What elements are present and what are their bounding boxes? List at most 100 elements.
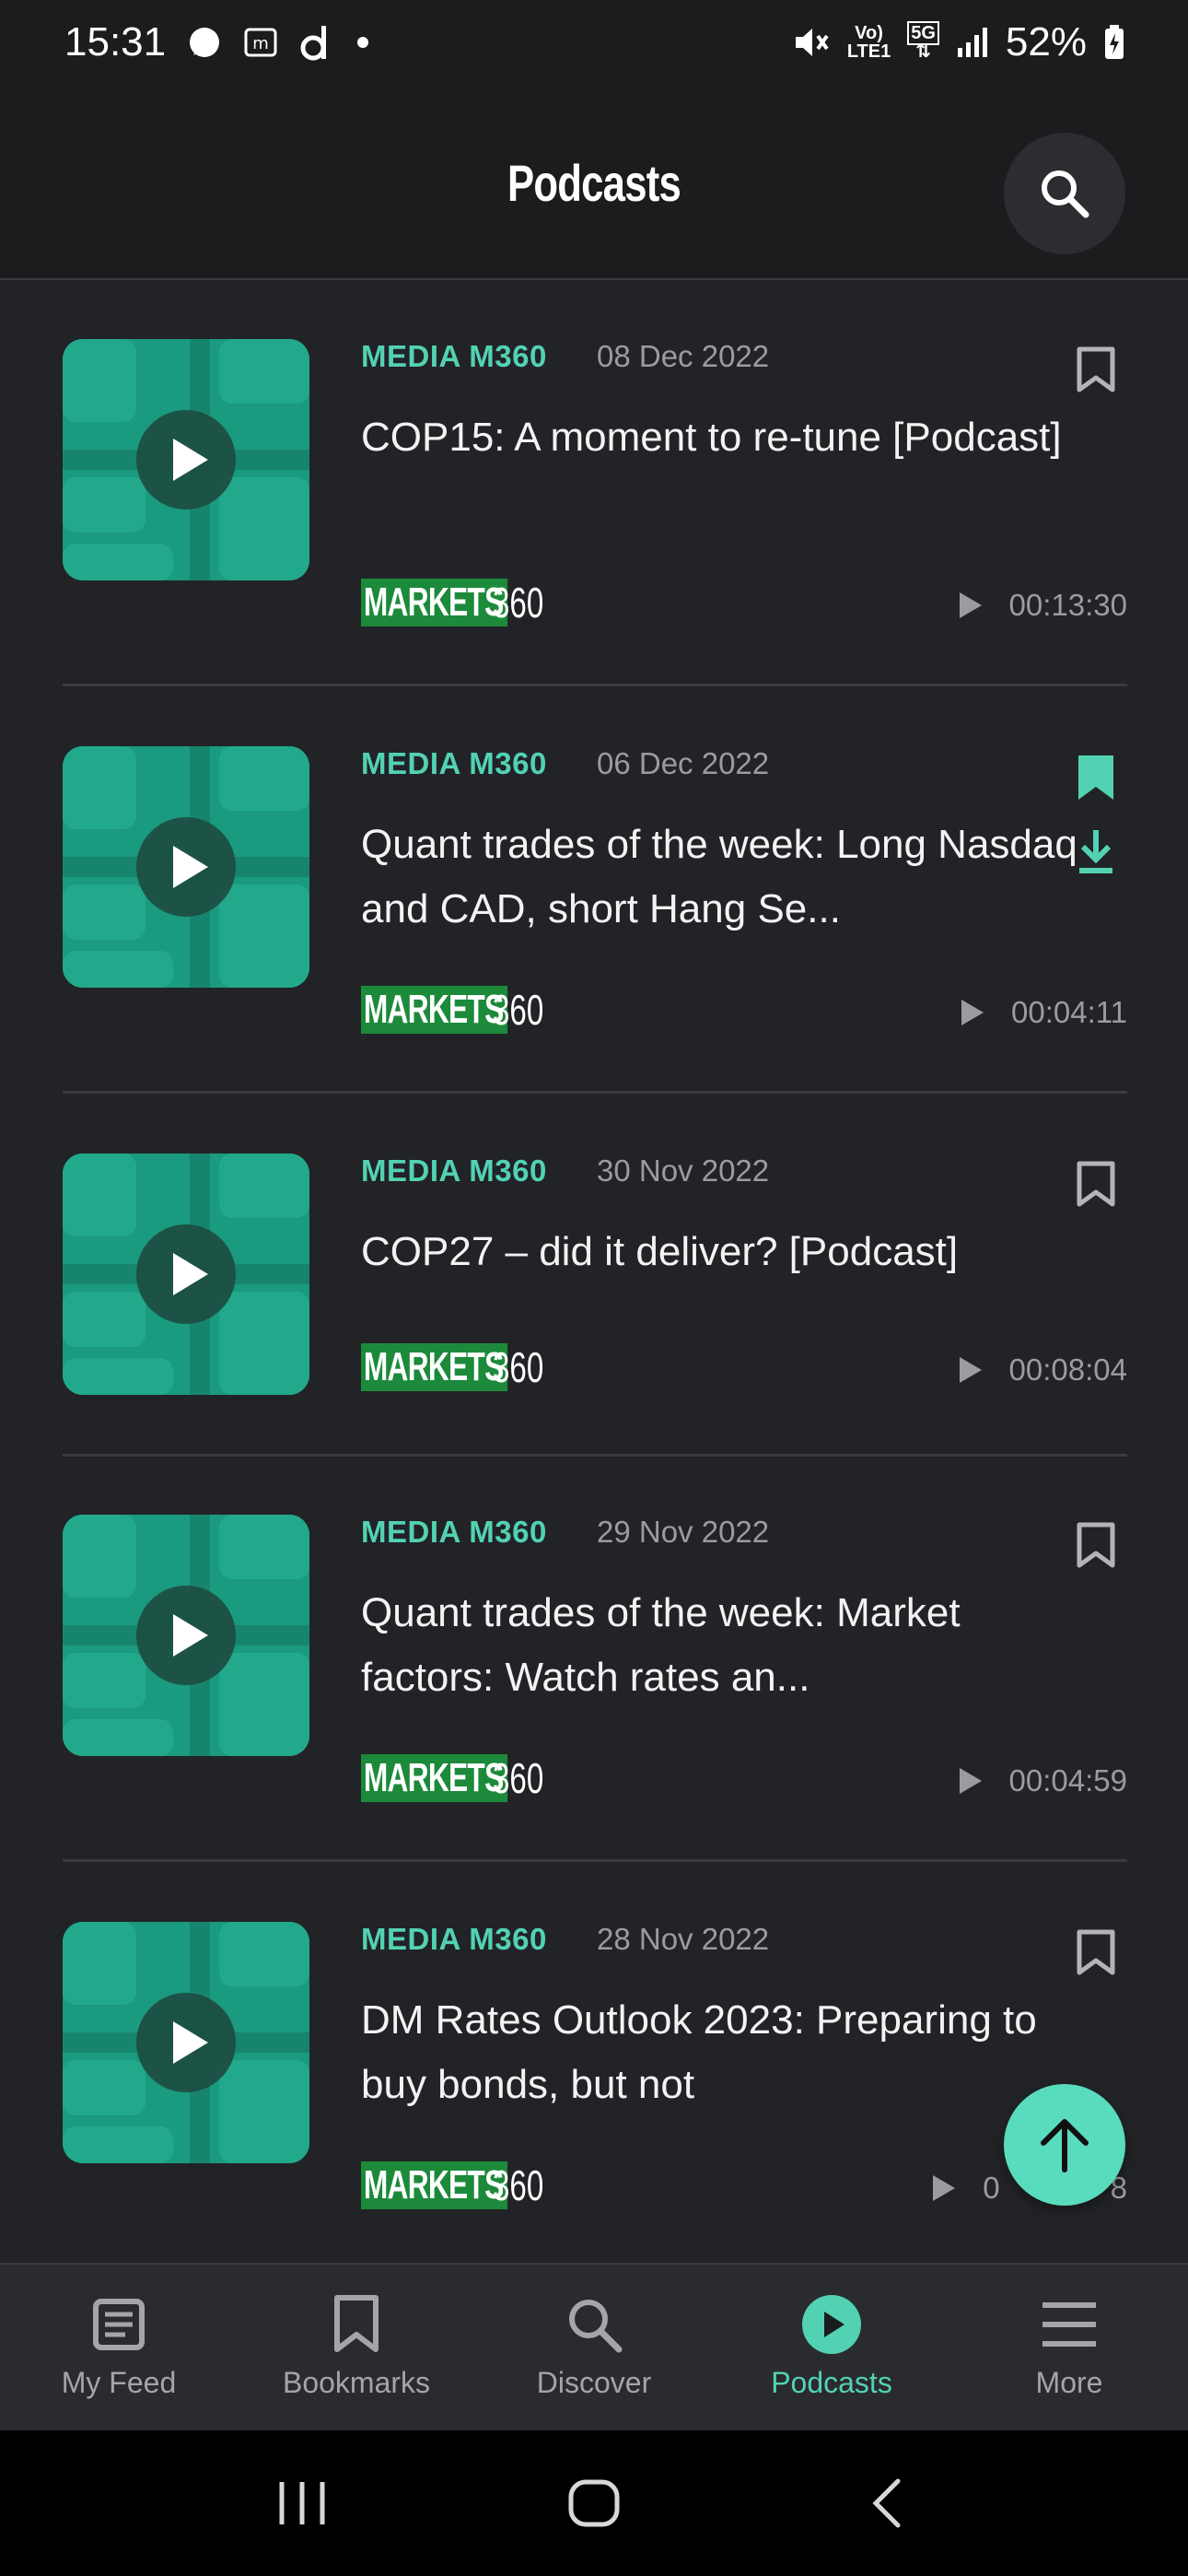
play-small-icon <box>959 1768 982 1794</box>
bookmark-filled-icon <box>1078 755 1113 800</box>
brand-markets: MARKETS <box>361 1754 507 1802</box>
nav-discover[interactable]: Discover <box>475 2265 713 2430</box>
podcast-source[interactable]: MEDIA M360 <box>361 1515 547 1550</box>
podcast-source[interactable]: MEDIA M360 <box>361 1922 547 1957</box>
bookmark-icon <box>334 2295 379 2352</box>
home-button[interactable] <box>539 2457 649 2549</box>
scroll-to-top-button[interactable] <box>1004 2084 1125 2206</box>
page-title: Podcasts <box>507 154 681 212</box>
home-icon <box>568 2479 620 2527</box>
duration-text: 0 <box>983 2171 1000 2205</box>
play-small-icon <box>933 2175 956 2201</box>
markets-360-logo: MARKETS 360 <box>361 2161 563 2209</box>
podcast-duration[interactable]: 00:13:30 <box>958 588 1127 623</box>
dot-icon <box>354 33 372 52</box>
volte-label: Vo) <box>855 23 883 43</box>
status-bar: 15:31 m Vo) LTE1 5G ⇅ 52% <box>0 0 1188 85</box>
arrow-up-icon <box>1041 2119 1089 2172</box>
podcast-duration[interactable]: 00:04:11 <box>960 995 1127 1030</box>
battery-charging-icon <box>1103 24 1125 61</box>
brand-360: 360 <box>492 1343 543 1391</box>
markets-360-logo: MARKETS 360 <box>361 579 563 626</box>
d-app-icon <box>298 22 333 63</box>
status-time: 15:31 <box>64 19 167 64</box>
volte-icon: Vo) LTE1 <box>847 24 891 61</box>
play-small-icon <box>961 1000 984 1025</box>
app-screen: 15:31 m Vo) LTE1 5G ⇅ 52% Podcasts MEDIA… <box>0 0 1188 2576</box>
nav-label-bookmarks: Bookmarks <box>282 2366 431 2399</box>
bottom-nav: My Feed Bookmarks Discover Podcasts More <box>0 2263 1188 2430</box>
nav-bookmarks[interactable]: Bookmarks <box>238 2265 475 2430</box>
podcast-duration[interactable]: 00:08:04 <box>958 1352 1127 1388</box>
podcast-date: 06 Dec 2022 <box>597 746 770 780</box>
search-icon <box>569 2300 623 2353</box>
signal-bars-icon <box>956 26 989 59</box>
podcast-title[interactable]: COP27 – did it deliver? [Podcast] <box>361 1220 1079 1284</box>
bookmark-button[interactable] <box>1070 750 1122 805</box>
podcast-date: 30 Nov 2022 <box>597 1153 770 1188</box>
bookmark-outline-icon <box>1077 1929 1115 1975</box>
podcast-date: 29 Nov 2022 <box>597 1515 770 1549</box>
podcast-title[interactable]: DM Rates Outlook 2023: Preparing to buy … <box>361 1988 1079 2117</box>
recent-apps-button[interactable] <box>247 2457 357 2549</box>
5g-icon: 5G ⇅ <box>907 21 939 61</box>
duration-text: 00:08:04 <box>1008 1352 1127 1387</box>
recent-apps-icon <box>279 2482 325 2524</box>
brand-360: 360 <box>492 986 543 1034</box>
podcast-thumbnail[interactable] <box>63 1922 309 2163</box>
brand-360: 360 <box>492 579 543 626</box>
duration-text: 00:13:30 <box>1008 588 1127 622</box>
brand-360: 360 <box>492 2161 543 2209</box>
markets-360-logo: MARKETS 360 <box>361 986 563 1034</box>
back-button[interactable] <box>831 2457 941 2549</box>
nav-podcasts[interactable]: Podcasts <box>713 2265 950 2430</box>
brand-markets: MARKETS <box>361 986 507 1034</box>
brand-markets: MARKETS <box>361 579 507 626</box>
duration-text: 00:04:59 <box>1008 1763 1127 1797</box>
podcast-date: 28 Nov 2022 <box>597 1922 770 1956</box>
nav-label-podcasts: Podcasts <box>771 2366 892 2399</box>
search-icon <box>1042 170 1089 218</box>
list-divider <box>63 1859 1127 1862</box>
podcast-thumbnail[interactable] <box>63 746 309 988</box>
play-small-icon <box>959 592 982 618</box>
play-small-icon <box>959 1357 982 1383</box>
podcast-title[interactable]: Quant trades of the week: Long Nasdaq an… <box>361 813 1079 942</box>
markets-360-logo: MARKETS 360 <box>361 1754 563 1802</box>
markets-360-logo: MARKETS 360 <box>361 1343 563 1391</box>
podcast-thumbnail[interactable] <box>63 1515 309 1756</box>
podcast-source[interactable]: MEDIA M360 <box>361 746 547 781</box>
podcast-title[interactable]: Quant trades of the week: Market factors… <box>361 1581 1079 1710</box>
podcast-date: 08 Dec 2022 <box>597 339 770 373</box>
network-label: 5G <box>907 21 939 45</box>
podcast-source[interactable]: MEDIA M360 <box>361 339 547 374</box>
list-divider <box>63 1454 1127 1457</box>
nav-my-feed[interactable]: My Feed <box>0 2265 238 2430</box>
list-divider <box>63 1091 1127 1094</box>
brand-markets: MARKETS <box>361 1343 507 1391</box>
brand-markets: MARKETS <box>361 2161 507 2209</box>
svg-text:m: m <box>252 34 269 53</box>
podcast-title[interactable]: COP15: A moment to re-tune [Podcast] <box>361 405 1079 470</box>
bookmark-button[interactable] <box>1070 1926 1122 1981</box>
brand-360: 360 <box>492 1754 543 1802</box>
download-icon <box>1079 830 1112 873</box>
app-header: Podcasts <box>0 85 1188 280</box>
bookmark-outline-icon <box>1077 346 1115 392</box>
bookmark-button[interactable] <box>1070 1518 1122 1574</box>
podcast-thumbnail[interactable] <box>63 1153 309 1395</box>
duration-text: 00:04:11 <box>1010 995 1127 1029</box>
podcast-source[interactable]: MEDIA M360 <box>361 1153 547 1188</box>
download-button[interactable] <box>1070 824 1122 879</box>
nav-more[interactable]: More <box>950 2265 1188 2430</box>
bookmark-button[interactable] <box>1070 1157 1122 1212</box>
feed-icon <box>93 2299 145 2350</box>
lte-label: LTE1 <box>846 41 891 62</box>
podcast-duration[interactable]: 00:04:59 <box>958 1763 1127 1798</box>
podcast-thumbnail[interactable] <box>63 339 309 580</box>
back-icon <box>872 2478 901 2528</box>
bookmark-button[interactable] <box>1070 343 1122 398</box>
m-app-icon: m <box>243 27 278 58</box>
search-button[interactable] <box>1004 133 1125 254</box>
play-circle-icon <box>802 2295 861 2354</box>
